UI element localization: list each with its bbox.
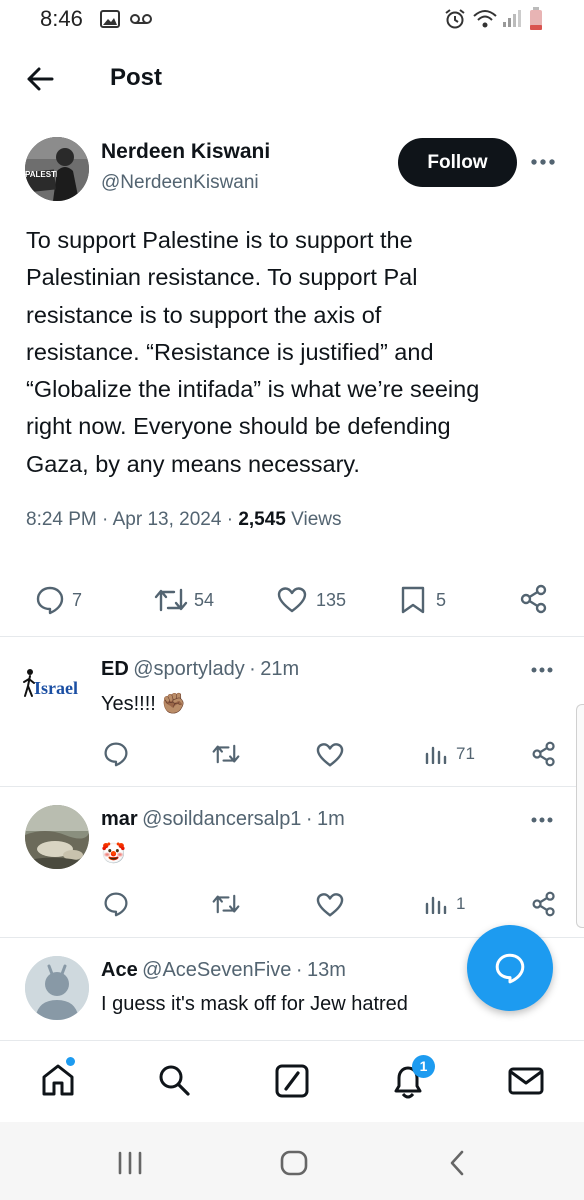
reply-name[interactable]: mar: [101, 808, 138, 830]
views-count: 71: [456, 744, 475, 763]
messages-icon[interactable]: [508, 1066, 544, 1096]
avatar-sign-text: PALESTINE: [25, 170, 57, 179]
author-handle[interactable]: @NerdeenKiswani: [101, 172, 259, 194]
meta-separator: ·: [305, 808, 313, 830]
reply-handle[interactable]: @soildancersalp1: [142, 808, 301, 830]
reply-avatar[interactable]: [25, 805, 89, 869]
views-icon[interactable]: [425, 744, 447, 764]
post-date: Apr 13, 2024: [112, 509, 222, 530]
author-name[interactable]: Nerdeen Kiswani: [101, 140, 270, 164]
reply-header: Ace @AceSevenFive · 13m: [101, 959, 346, 982]
meta-separator: ·: [249, 658, 256, 680]
divider: [0, 636, 584, 637]
reply-text: Yes!!!! ✊🏽: [101, 693, 187, 715]
post-time: 8:24 PM: [26, 509, 97, 530]
notifications-badge: 1: [412, 1055, 435, 1078]
reply-avatar[interactable]: [25, 956, 89, 1020]
wifi-icon: [472, 8, 498, 30]
reply-name[interactable]: Ace: [101, 959, 138, 981]
more-icon[interactable]: [530, 666, 554, 674]
reply-text: I guess it's mask off for Jew hatred: [101, 993, 408, 1015]
like-count: 135: [316, 590, 347, 610]
share-icon[interactable]: [531, 891, 557, 917]
meta-separator: ·: [226, 509, 239, 530]
views-count: 2,545: [238, 509, 286, 530]
meta-separator: ·: [295, 959, 303, 981]
grok-icon[interactable]: [275, 1064, 309, 1098]
compose-icon: [495, 953, 525, 984]
reply-icon[interactable]: [103, 741, 129, 767]
home-button-icon[interactable]: [280, 1150, 308, 1176]
reply-time: 21m: [260, 658, 300, 680]
divider: [0, 786, 584, 787]
reply-handle[interactable]: @AceSevenFive: [142, 959, 291, 981]
like-icon[interactable]: [316, 892, 344, 918]
reply-time: 13m: [307, 959, 346, 981]
voicemail-icon: [130, 12, 152, 26]
scrollbar-handle[interactable]: [576, 704, 584, 928]
more-icon[interactable]: [530, 158, 556, 166]
reply-avatar[interactable]: Israel: [22, 668, 90, 704]
recent-apps-icon[interactable]: [117, 1151, 143, 1175]
divider: [0, 1040, 584, 1041]
like-icon[interactable]: [277, 586, 307, 614]
views-count: 1: [456, 894, 466, 913]
share-icon[interactable]: [519, 584, 549, 614]
gallery-notification-icon: [100, 10, 120, 28]
views-icon[interactable]: [425, 894, 447, 914]
reply-icon[interactable]: [103, 891, 129, 917]
meta-separator: ·: [102, 509, 113, 530]
bookmark-count: 5: [436, 590, 447, 610]
reply-header: mar @soildancersalp1 · 1m: [101, 808, 345, 831]
reply-count: 7: [72, 590, 83, 610]
back-button-icon[interactable]: [448, 1150, 466, 1176]
page-title: Post: [110, 64, 163, 91]
repost-icon[interactable]: [212, 742, 240, 766]
alarm-icon: [444, 8, 466, 30]
views-label: Views: [291, 509, 342, 530]
more-icon[interactable]: [530, 816, 554, 824]
post-text: To support Palestine is to support the P…: [26, 227, 480, 477]
repost-icon[interactable]: [212, 892, 240, 916]
back-arrow-icon[interactable]: [26, 66, 54, 92]
repost-count: 54: [194, 590, 215, 610]
compose-button[interactable]: [467, 925, 553, 1011]
reply-text: 🤡: [101, 843, 126, 865]
bookmark-icon[interactable]: [400, 585, 426, 615]
signal-icon: [502, 8, 522, 28]
like-icon[interactable]: [316, 742, 344, 768]
post-meta: 8:24 PM · Apr 13, 2024 · 2,545 Views: [26, 509, 341, 531]
reply-header: ED @sportylady · 21m: [101, 658, 299, 681]
share-icon[interactable]: [531, 741, 557, 767]
follow-button[interactable]: Follow: [398, 138, 517, 187]
home-icon[interactable]: [40, 1062, 76, 1098]
reply-icon[interactable]: [35, 585, 65, 615]
author-avatar[interactable]: PALESTINE: [25, 137, 89, 201]
reply-time: 1m: [317, 808, 345, 830]
battery-icon: [529, 7, 543, 31]
repost-icon[interactable]: [154, 586, 188, 614]
reply-name[interactable]: ED: [101, 658, 129, 680]
reply-handle[interactable]: @sportylady: [133, 658, 244, 680]
home-new-dot: [66, 1057, 75, 1066]
avatar-logo-text: Israel: [34, 678, 78, 698]
status-time: 8:46: [40, 6, 83, 31]
search-icon[interactable]: [157, 1063, 191, 1097]
